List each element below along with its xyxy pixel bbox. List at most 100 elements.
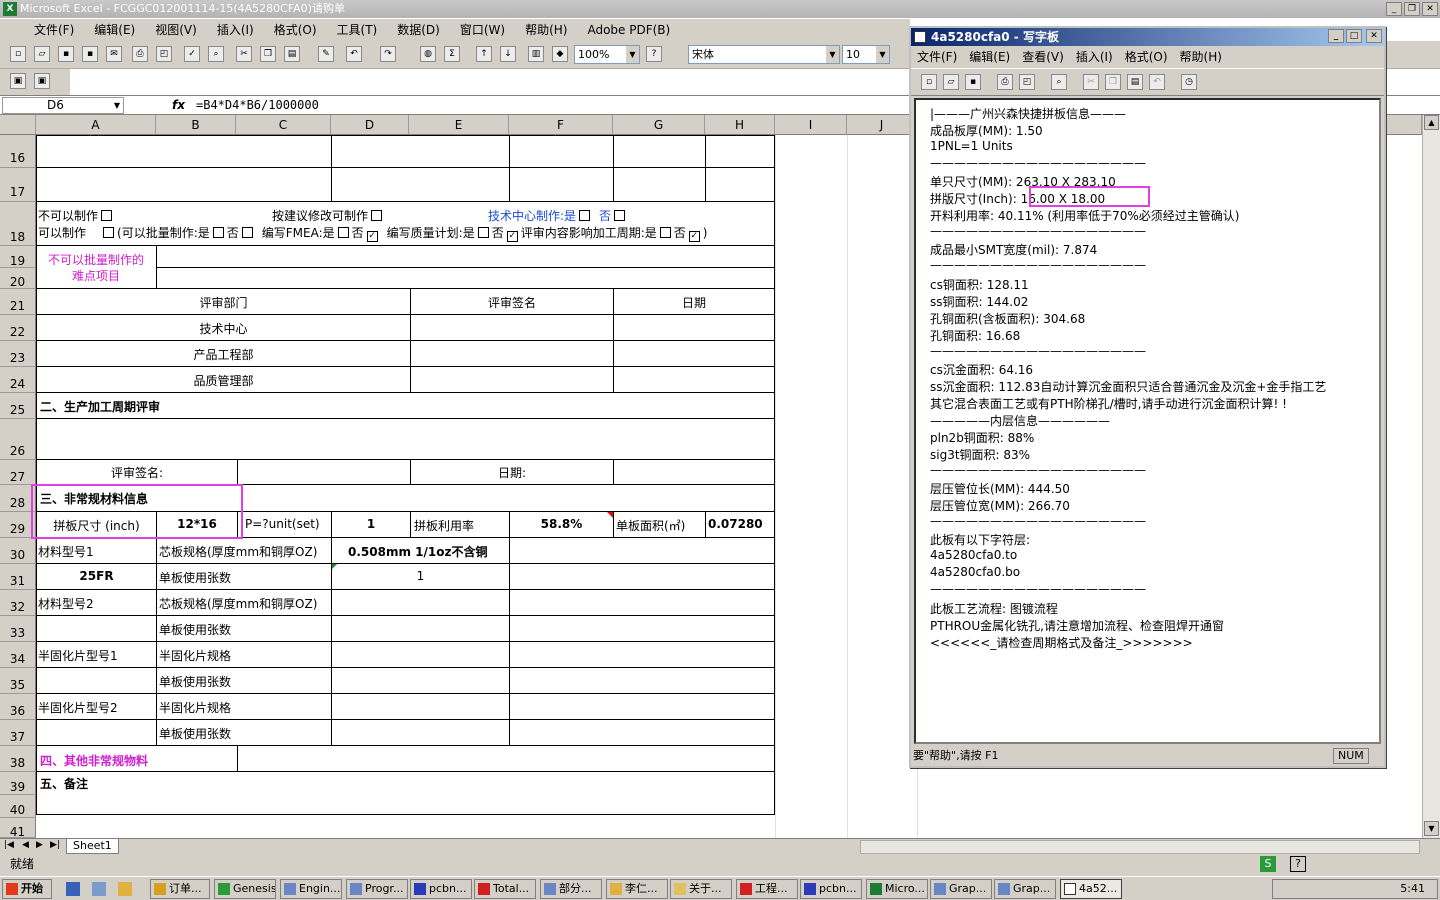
- font-dropdown-arrow-icon[interactable]: ▼: [826, 46, 839, 63]
- fx-icon[interactable]: fx: [172, 97, 185, 114]
- menu-insert[interactable]: 插入(I): [207, 19, 264, 41]
- cell-g27[interactable]: [613, 459, 775, 485]
- task-pcbn-2[interactable]: pcbn...: [800, 879, 862, 899]
- cell-f37[interactable]: [509, 719, 775, 746]
- wp-open-icon[interactable]: ▱: [943, 74, 959, 90]
- font-size-dropdown-arrow-icon[interactable]: ▼: [876, 46, 889, 63]
- task-total[interactable]: Total...: [474, 879, 536, 899]
- print-icon[interactable]: ⎙: [132, 46, 148, 62]
- format-painter-icon[interactable]: ✎: [318, 46, 334, 62]
- autosum-icon[interactable]: Σ: [444, 46, 460, 62]
- name-box[interactable]: D6 ▼: [2, 97, 124, 114]
- col-header-g[interactable]: G: [613, 115, 705, 135]
- wp-menu-help[interactable]: 帮助(H): [1174, 47, 1228, 67]
- row-header-34[interactable]: 34: [0, 642, 36, 668]
- row-header-23[interactable]: 23: [0, 341, 36, 367]
- cell-d34[interactable]: [331, 641, 510, 668]
- task-about[interactable]: 关于...: [670, 879, 732, 899]
- formula-input[interactable]: =B4*D4*B6/1000000: [196, 96, 319, 114]
- wp-cut-icon[interactable]: ✂: [1083, 74, 1099, 90]
- row-header-39[interactable]: 39: [0, 772, 36, 795]
- name-box-dropdown-icon[interactable]: ▼: [114, 98, 120, 113]
- col-header-c[interactable]: C: [236, 115, 331, 135]
- cell-d32[interactable]: [331, 589, 510, 616]
- wp-menu-insert[interactable]: 插入(I): [1070, 47, 1119, 67]
- row-header-19[interactable]: 19: [0, 246, 36, 268]
- cell-e22[interactable]: [410, 314, 614, 341]
- row-header-27[interactable]: 27: [0, 460, 36, 485]
- cell-a37[interactable]: [36, 719, 157, 746]
- row-header-32[interactable]: 32: [0, 590, 36, 616]
- wp-menu-file[interactable]: 文件(F): [911, 47, 963, 67]
- task-engin[interactable]: Engin...: [280, 879, 342, 899]
- row-header-35[interactable]: 35: [0, 668, 36, 694]
- pdf-email-icon[interactable]: ▣: [34, 73, 50, 89]
- zoom-dropdown-arrow-icon[interactable]: ▼: [626, 46, 639, 63]
- wp-save-icon[interactable]: ▪: [965, 74, 981, 90]
- cell-c38[interactable]: [237, 745, 775, 772]
- sheet-tab-sheet1[interactable]: Sheet1: [66, 839, 119, 854]
- tech-center-no-checkbox[interactable]: [614, 210, 626, 221]
- menu-format[interactable]: 格式(O): [264, 19, 327, 41]
- new-icon[interactable]: ▫: [10, 46, 26, 62]
- cell-d33[interactable]: [331, 615, 510, 642]
- cell-g16[interactable]: [613, 135, 706, 168]
- cycle-no-checkbox[interactable]: ✓: [688, 231, 700, 242]
- start-button[interactable]: 开始: [2, 879, 52, 899]
- col-header-i[interactable]: I: [775, 115, 847, 135]
- row-header-25[interactable]: 25: [0, 393, 36, 419]
- row-header-30[interactable]: 30: [0, 538, 36, 564]
- cell-f17[interactable]: [509, 167, 614, 202]
- minimize-button[interactable]: _: [1386, 2, 1402, 16]
- cell-d16[interactable]: [331, 135, 510, 168]
- menu-window[interactable]: 窗口(W): [450, 19, 515, 41]
- save-icon[interactable]: ▪: [58, 46, 74, 62]
- quality-yes-checkbox[interactable]: [477, 227, 489, 238]
- cell-f36[interactable]: [509, 693, 775, 720]
- cell-a26[interactable]: [36, 418, 775, 460]
- wp-new-icon[interactable]: ▫: [921, 74, 937, 90]
- row-header-40[interactable]: 40: [0, 795, 36, 818]
- font-combo[interactable]: 宋体 ▼: [688, 45, 840, 64]
- p-unit-value[interactable]: 1: [331, 517, 411, 531]
- wp-menu-format[interactable]: 格式(O): [1119, 47, 1174, 67]
- select-all-corner[interactable]: [0, 115, 36, 135]
- task-grap-1[interactable]: Grap...: [930, 879, 992, 899]
- hyperlink-icon[interactable]: ◍: [420, 46, 436, 62]
- cell-f33[interactable]: [509, 615, 775, 642]
- scroll-down-icon[interactable]: ▼: [1424, 821, 1439, 836]
- task-pcbn-1[interactable]: pcbn...: [410, 879, 472, 899]
- cell-g22[interactable]: [613, 314, 775, 341]
- sort-ascending-icon[interactable]: ↑: [476, 46, 492, 62]
- cell-g23[interactable]: [613, 340, 775, 367]
- cell-e24[interactable]: [410, 366, 614, 393]
- chart-wizard-icon[interactable]: ▥: [528, 46, 544, 62]
- col-header-j[interactable]: J: [847, 115, 917, 135]
- batch-no-checkbox[interactable]: [241, 227, 253, 238]
- cannot-make-checkbox[interactable]: [101, 210, 113, 221]
- task-grap-2[interactable]: Grap...: [994, 879, 1056, 899]
- col-header-d[interactable]: D: [331, 115, 409, 135]
- zoom-combo[interactable]: 100% ▼: [574, 45, 640, 64]
- cell-b19[interactable]: [156, 245, 775, 268]
- col-header-h[interactable]: H: [705, 115, 775, 135]
- quicklaunch-desktop-icon[interactable]: [92, 882, 106, 896]
- font-size-combo[interactable]: 10 ▼: [842, 45, 890, 64]
- sort-descending-icon[interactable]: ↓: [500, 46, 516, 62]
- pdf-convert-icon[interactable]: ▣: [10, 73, 26, 89]
- cell-a39[interactable]: [36, 771, 775, 815]
- wp-paste-icon[interactable]: ▤: [1127, 74, 1143, 90]
- menu-adobe-pdf[interactable]: Adobe PDF(B): [577, 19, 680, 41]
- panel-utilization-value[interactable]: 58.8%: [509, 517, 614, 531]
- modify-make-checkbox[interactable]: [371, 210, 383, 221]
- cell-c27[interactable]: [237, 459, 411, 485]
- wordpad-document[interactable]: |———广州兴森快捷拼板信息——— 成品板厚(MM): 1.50 1PNL=1 …: [914, 98, 1381, 744]
- task-partial[interactable]: 部分...: [540, 879, 602, 899]
- sheet-count-value-1[interactable]: 1: [331, 569, 510, 583]
- material-type-1-value[interactable]: 25FR: [36, 569, 157, 583]
- wp-undo-icon[interactable]: ↶: [1149, 74, 1165, 90]
- quality-no-checkbox[interactable]: ✓: [506, 231, 518, 242]
- row-header-33[interactable]: 33: [0, 616, 36, 642]
- cell-d36[interactable]: [331, 693, 510, 720]
- cut-icon[interactable]: ✂: [236, 46, 252, 62]
